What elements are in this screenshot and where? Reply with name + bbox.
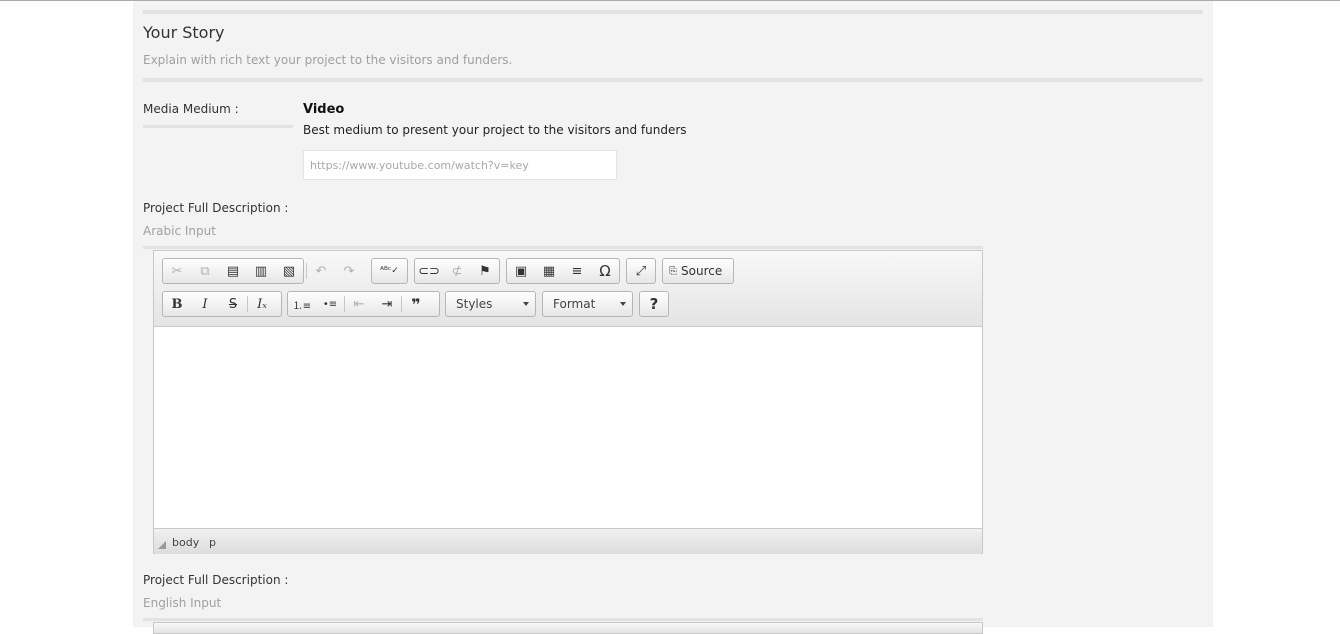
blockquote-icon[interactable]: ❞ xyxy=(402,292,430,316)
bold-icon[interactable]: B xyxy=(163,292,191,316)
divider xyxy=(143,618,983,621)
section-title: Your Story xyxy=(143,23,225,42)
source-button[interactable]: ⎘ Source xyxy=(663,259,728,283)
media-medium-label: Media Medium : xyxy=(143,102,239,116)
about-group: ? xyxy=(639,291,669,317)
special-char-icon[interactable]: Ω xyxy=(591,259,619,283)
label-underline xyxy=(143,125,293,128)
maximize-icon[interactable]: ⤢ xyxy=(627,259,655,283)
bulleted-list-icon[interactable]: •≡ xyxy=(316,292,344,316)
redo-icon[interactable]: ↷ xyxy=(335,259,363,283)
editor-statusbar: body p xyxy=(154,528,982,554)
undo-group: ↶ ↷ xyxy=(306,258,364,284)
source-icon: ⎘ xyxy=(669,265,677,277)
link-icon[interactable]: ⊂⊃ xyxy=(415,259,443,283)
undo-icon[interactable]: ↶ xyxy=(307,259,335,283)
italic-icon[interactable]: I xyxy=(191,292,219,316)
divider xyxy=(143,246,983,249)
path-p[interactable]: p xyxy=(209,536,216,549)
format-label: Format xyxy=(553,297,596,311)
media-type-description: Best medium to present your project to t… xyxy=(303,123,687,137)
paragraph-group: ⒈≡ •≡ ⇤ ⇥ ❞ xyxy=(287,291,440,317)
chevron-down-icon xyxy=(523,302,529,306)
source-label: Source xyxy=(681,264,723,278)
clipboard-group: ✂ ⧉ ▤ ▥ ▧ xyxy=(162,258,304,284)
outdent-icon[interactable]: ⇤ xyxy=(345,292,373,316)
arabic-input-hint: Arabic Input xyxy=(143,224,216,238)
format-dropdown[interactable]: Format xyxy=(542,291,633,317)
numbered-list-icon[interactable]: ⒈≡ xyxy=(288,292,316,316)
table-icon[interactable]: ▦ xyxy=(535,259,563,283)
description-label-arabic: Project Full Description : xyxy=(143,201,289,215)
form-panel: Your Story Explain with rich text your p… xyxy=(133,1,1213,634)
strikethrough-icon[interactable]: S xyxy=(219,292,247,316)
rich-text-editor-arabic: ✂ ⧉ ▤ ▥ ▧ ↶ ↷ ᴬᴮᶜ✓ ⊂⊃ ⊄ ⚑ ▣ ▦ ≡ Ω ⤢ ⎘ So… xyxy=(153,250,983,554)
paste-text-icon[interactable]: ▥ xyxy=(247,259,275,283)
help-icon[interactable]: ? xyxy=(640,292,668,316)
remove-format-icon[interactable]: Iₓ xyxy=(248,292,276,316)
spellcheck-group: ᴬᴮᶜ✓ xyxy=(371,258,408,284)
paste-icon[interactable]: ▤ xyxy=(219,259,247,283)
indent-icon[interactable]: ⇥ xyxy=(373,292,401,316)
path-body[interactable]: body xyxy=(172,536,199,549)
rich-text-editor-english xyxy=(153,622,983,634)
styles-dropdown[interactable]: Styles xyxy=(445,291,536,317)
english-input-hint: English Input xyxy=(143,596,222,610)
insert-group: ▣ ▦ ≡ Ω xyxy=(506,258,620,284)
divider xyxy=(143,78,1203,82)
video-url-input[interactable] xyxy=(303,150,617,180)
description-label-english: Project Full Description : xyxy=(143,573,289,587)
styles-label: Styles xyxy=(456,297,493,311)
spellcheck-icon[interactable]: ᴬᴮᶜ✓ xyxy=(372,259,407,283)
media-type-title: Video xyxy=(303,102,345,117)
basicstyles-group: B I S Iₓ xyxy=(162,291,282,317)
image-icon[interactable]: ▣ xyxy=(507,259,535,283)
section-subtitle: Explain with rich text your project to t… xyxy=(143,53,513,67)
unlink-icon[interactable]: ⊄ xyxy=(443,259,471,283)
divider xyxy=(143,10,1203,14)
paste-word-icon[interactable]: ▧ xyxy=(275,259,303,283)
cut-icon[interactable]: ✂ xyxy=(163,259,191,283)
document-group: ⎘ Source xyxy=(662,258,734,284)
tools-group: ⤢ xyxy=(626,258,656,284)
editor-toolbar: ✂ ⧉ ▤ ▥ ▧ ↶ ↷ ᴬᴮᶜ✓ ⊂⊃ ⊄ ⚑ ▣ ▦ ≡ Ω ⤢ ⎘ So… xyxy=(154,251,982,327)
link-group: ⊂⊃ ⊄ ⚑ xyxy=(414,258,500,284)
horizontal-rule-icon[interactable]: ≡ xyxy=(563,259,591,283)
anchor-icon[interactable]: ⚑ xyxy=(471,259,499,283)
editor-content-area[interactable] xyxy=(154,327,982,527)
resize-handle-icon[interactable] xyxy=(158,541,166,549)
chevron-down-icon xyxy=(620,302,626,306)
copy-icon[interactable]: ⧉ xyxy=(191,259,219,283)
